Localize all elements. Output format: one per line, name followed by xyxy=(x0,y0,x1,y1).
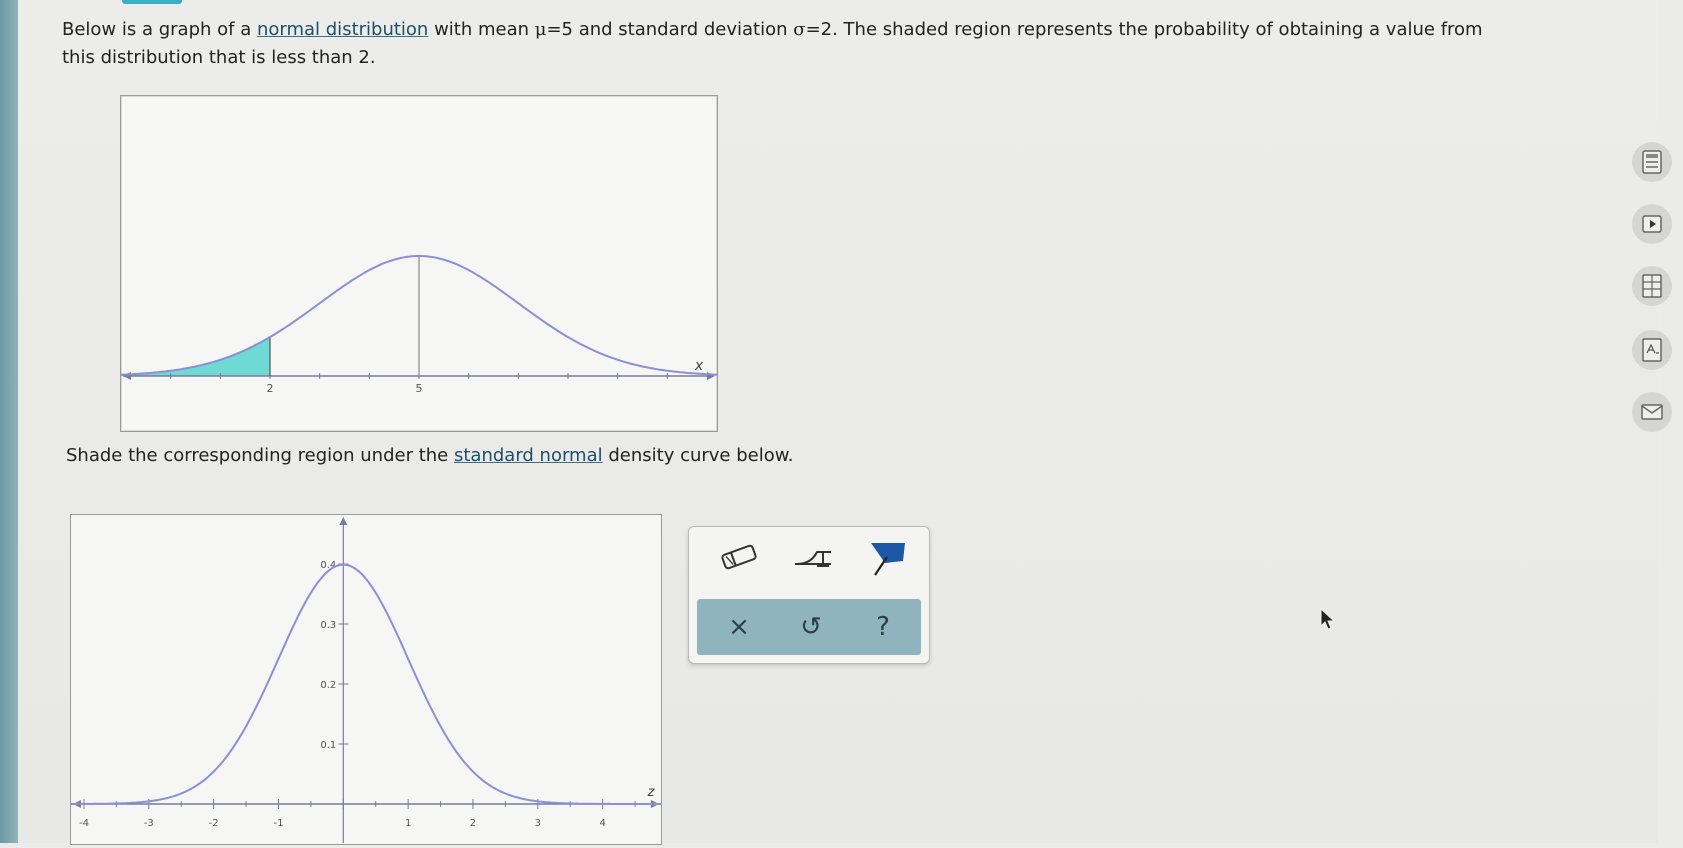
eraser-tool[interactable] xyxy=(709,537,769,577)
flag-icon xyxy=(871,543,905,576)
prompt-text: with mean xyxy=(428,19,535,40)
table-button[interactable] xyxy=(1632,266,1672,306)
eraser-icon xyxy=(721,544,757,570)
density-tick-label: 0.3 xyxy=(320,620,336,631)
shaded-left-tail xyxy=(121,337,270,376)
clear-button[interactable]: × xyxy=(709,607,769,647)
shade-tool[interactable] xyxy=(857,537,917,577)
shading-toolbox: × ↺ ? xyxy=(688,526,930,664)
density-tick-label: 0.4 xyxy=(320,560,336,571)
calculator-button[interactable] xyxy=(1632,142,1672,182)
prompt-text-line2: this distribution that is less than 2. xyxy=(62,47,376,68)
tail-icon xyxy=(795,551,831,567)
z-tick-label: 4 xyxy=(599,818,605,829)
side-tool-column xyxy=(1632,0,1683,843)
z-tick-label: -1 xyxy=(273,818,283,829)
normal-distribution-link[interactable]: normal distribution xyxy=(257,19,428,40)
left-tail-tool[interactable] xyxy=(785,537,845,577)
z-tick-label: -4 xyxy=(79,818,89,829)
z-tick-label: 2 xyxy=(470,818,476,829)
x-axis-label: x xyxy=(694,358,704,374)
tick-label-5: 5 xyxy=(416,382,423,395)
action-bar: × ↺ ? xyxy=(697,599,921,655)
table-icon xyxy=(1642,274,1662,298)
top-tab-indicator xyxy=(122,0,182,4)
prompt-text: Below is a graph of a xyxy=(62,19,257,40)
z-tick-label: 1 xyxy=(405,818,411,829)
instruction-text: Shade the corresponding region under the… xyxy=(66,442,966,470)
normal-curve-svg: 2 5 x xyxy=(120,255,718,395)
z-tick-label: -3 xyxy=(144,818,154,829)
standard-normal-link[interactable]: standard normal xyxy=(454,445,603,466)
density-tick-label: 0.1 xyxy=(320,740,336,751)
prompt-text: . The shaded region represents the proba… xyxy=(832,19,1483,40)
calculator-icon xyxy=(1642,150,1662,174)
left-edge-strip xyxy=(0,0,18,843)
problem-statement: Below is a graph of a normal distributio… xyxy=(62,16,1582,72)
mail-icon xyxy=(1641,404,1663,420)
normal-distribution-graph: 2 5 x xyxy=(120,95,718,432)
sigma-symbol: σ xyxy=(793,19,806,40)
mu-symbol: μ xyxy=(534,19,547,40)
x-axis-right-arrow xyxy=(707,372,715,380)
density-axis-arrow xyxy=(339,517,348,525)
instruction-suffix: density curve below. xyxy=(602,445,794,466)
sigma-value: =2 xyxy=(805,19,833,40)
density-axis-ticks: 0.1 0.2 0.3 0.4 xyxy=(320,560,349,751)
standard-normal-curve xyxy=(71,563,661,805)
density-tick-label: 0.2 xyxy=(320,680,336,691)
video-icon xyxy=(1642,215,1662,233)
mouse-cursor-icon xyxy=(1320,608,1336,630)
mu-value: =5 xyxy=(546,19,573,40)
video-button[interactable] xyxy=(1632,204,1672,244)
x-axis-left-arrow xyxy=(123,372,131,380)
standard-normal-svg[interactable]: -4 -3 -2 -1 1 2 3 4 0.1 0.2 0.3 0.4 z xyxy=(71,515,661,844)
textbook-button[interactable] xyxy=(1632,330,1672,370)
z-tick-label: -2 xyxy=(209,818,219,829)
tick-label-2: 2 xyxy=(267,382,274,395)
z-axis-label: z xyxy=(647,785,656,800)
textbook-icon xyxy=(1642,338,1662,362)
mail-button[interactable] xyxy=(1632,392,1672,432)
standard-normal-graph[interactable]: -4 -3 -2 -1 1 2 3 4 0.1 0.2 0.3 0.4 z xyxy=(70,514,662,845)
prompt-text: and standard deviation xyxy=(573,19,794,40)
instruction-prefix: Shade the corresponding region under the xyxy=(66,445,454,466)
undo-button[interactable]: ↺ xyxy=(781,607,841,647)
z-tick-label: 3 xyxy=(535,818,541,829)
help-button[interactable]: ? xyxy=(853,607,913,647)
